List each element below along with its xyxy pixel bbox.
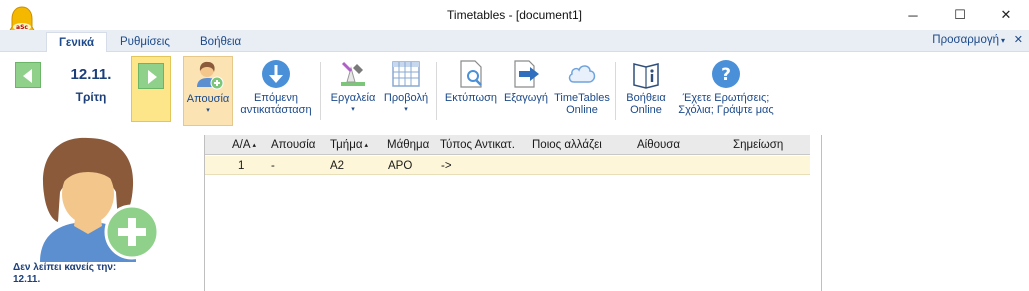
timetables-online-label-1: TimeTables	[554, 92, 610, 104]
arrow-left-icon	[23, 69, 32, 83]
print-preview-icon	[460, 60, 482, 88]
cell-class: A2	[330, 160, 345, 172]
current-date: 12.11.	[70, 66, 112, 83]
view-button[interactable]: Προβολή ▾	[380, 56, 432, 126]
ribbon-separator	[436, 62, 437, 120]
ribbon-separator	[615, 62, 616, 120]
export-label: Εξαγωγή	[503, 92, 549, 104]
no-absence-message: Δεν λείπει κανείς την: 12.11.	[13, 262, 193, 286]
no-absence-text: Δεν λείπει κανείς την:	[13, 262, 117, 273]
tab-settings[interactable]: Ρυθμίσεις	[108, 32, 182, 52]
tab-general[interactable]: Γενικά	[46, 32, 108, 53]
previous-day-button[interactable]	[15, 62, 41, 88]
help-book-icon	[633, 63, 659, 89]
absence-button[interactable]: Απουσία ▾	[183, 56, 233, 126]
ribbon-toolbar: 12.11. Τρίτη Απουσία ▾ Επόμενη αντικατάσ…	[0, 52, 1029, 130]
sort-up-icon: ▴	[252, 141, 257, 149]
cell-aa: 1	[238, 160, 245, 172]
feedback-label-2: Σχόλια; Γράψτε μας	[678, 104, 774, 116]
substitutions-table: Α/Α ▴ Απουσία Τμήμα ▴ Μάθημα Τύπος Αντικατ…	[204, 135, 822, 291]
arrow-right-icon	[148, 70, 157, 84]
current-day: Τρίτη	[75, 90, 107, 104]
column-header-subject[interactable]: Μάθημα	[387, 139, 429, 151]
tools-label: Εργαλεία	[330, 92, 376, 104]
tools-button[interactable]: Εργαλεία ▾	[327, 56, 379, 126]
timetables-online-label-2: Online	[566, 104, 598, 116]
chevron-down-icon: ▾	[206, 107, 210, 114]
chevron-down-icon: ▾	[351, 106, 355, 113]
column-header-room[interactable]: Αίθουσα	[637, 139, 680, 151]
close-button[interactable]: ✕	[983, 0, 1029, 30]
export-icon	[514, 60, 539, 88]
next-substitution-label-2: αντικατάσταση	[240, 104, 312, 116]
column-header-aa[interactable]: Α/Α ▴	[232, 139, 256, 151]
arrow-down-circle-icon	[262, 60, 290, 88]
details-panel	[822, 135, 1029, 291]
column-header-absence[interactable]: Απουσία	[271, 139, 315, 151]
ribbon-tab-row: Γενικά Ρυθμίσεις Βοήθεια Προσαρμογή ▾ ✕	[0, 30, 1029, 53]
maximize-button[interactable]: ☐	[937, 0, 983, 30]
next-substitution-button[interactable]: Επόμενη αντικατάσταση	[236, 56, 316, 126]
next-substitution-label-1: Επόμενη	[254, 92, 298, 104]
customize-label: Προσαρμογή	[932, 34, 999, 46]
column-header-class[interactable]: Τμήμα ▴	[330, 139, 368, 151]
column-header-note[interactable]: Σημείωση	[733, 139, 783, 151]
tab-help[interactable]: Βοήθεια	[188, 32, 253, 52]
add-absent-person-icon[interactable]	[30, 134, 164, 262]
cell-subject: ΑΡΟ	[388, 160, 413, 172]
cell-absence: -	[271, 160, 275, 172]
sort-up-icon: ▴	[364, 141, 368, 149]
table-header: Α/Α ▴ Απουσία Τμήμα ▴ Μάθημα Τύπος Αντικατ…	[205, 135, 810, 155]
help-online-label-2: Online	[630, 104, 662, 116]
chevron-down-icon: ▾	[1000, 36, 1005, 45]
print-button[interactable]: Εκτύπωση	[441, 56, 501, 126]
view-label: Προβολή	[383, 92, 429, 104]
ribbon-separator	[320, 62, 321, 120]
column-header-substitution-type[interactable]: Τύπος Αντικατ.	[440, 139, 515, 151]
absence-label: Απουσία	[186, 93, 230, 105]
close-ribbon-icon[interactable]: ✕	[1014, 33, 1023, 46]
feedback-button[interactable]: ? Έχετε Ερωτήσεις; Σχόλια; Γράψτε μας	[673, 56, 779, 126]
print-label: Εκτύπωση	[444, 92, 498, 104]
column-header-class-label: Τμήμα	[330, 139, 363, 151]
absence-panel: Δεν λείπει κανείς την: 12.11.	[0, 130, 204, 291]
no-absence-date: 12.11.	[13, 274, 41, 285]
chevron-down-icon: ▾	[404, 106, 408, 113]
tools-icon	[341, 61, 365, 86]
cell-substitution-type: ->	[441, 160, 452, 172]
feedback-label-1: Έχετε Ερωτήσεις;	[682, 92, 770, 104]
next-day-arrow-box	[138, 63, 164, 89]
grid-view-icon	[392, 61, 420, 87]
svg-text:?: ?	[721, 65, 731, 85]
table-row[interactable]: 1 - A2 ΑΡΟ ->	[205, 156, 810, 175]
help-online-button[interactable]: Βοήθεια Online	[620, 56, 672, 126]
customize-menu[interactable]: Προσαρμογή ▾	[932, 34, 1005, 46]
window-title: Timetables - [document1]	[447, 8, 582, 22]
help-online-label-1: Βοήθεια	[626, 92, 666, 104]
timetables-online-button[interactable]: TimeTables Online	[552, 56, 612, 126]
column-header-aa-label: Α/Α	[232, 139, 251, 151]
export-button[interactable]: Εξαγωγή	[500, 56, 552, 126]
cloud-icon	[568, 65, 596, 83]
question-icon: ?	[712, 60, 740, 88]
column-header-who-changes[interactable]: Ποιος αλλάζει	[532, 139, 602, 151]
person-add-icon	[197, 61, 224, 90]
title-bar: aSc Timetables - [document1] ─ ☐ ✕	[0, 0, 1029, 39]
next-day-button[interactable]	[131, 56, 171, 122]
minimize-button[interactable]: ─	[890, 0, 936, 30]
